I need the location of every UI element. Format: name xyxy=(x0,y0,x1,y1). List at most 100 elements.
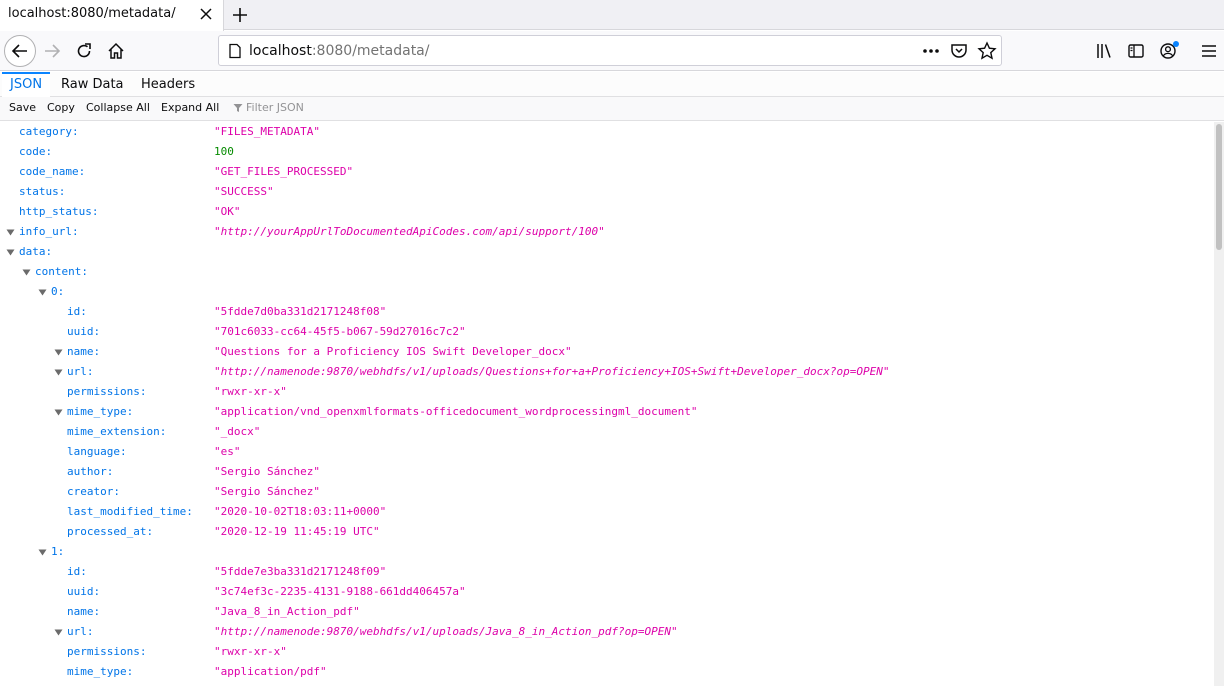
json-row[interactable]: mime_type: "application/pdf" xyxy=(0,662,1214,682)
library-icon[interactable] xyxy=(1095,42,1113,60)
tab-title: localhost:8080/metadata/ xyxy=(8,6,176,21)
json-row[interactable]: 0: xyxy=(0,282,1214,302)
json-value: "application/pdf" xyxy=(214,665,327,678)
forward-button[interactable] xyxy=(38,37,66,65)
filter-json-input[interactable]: Filter JSON xyxy=(233,101,304,114)
browser-tab[interactable]: localhost:8080/metadata/ xyxy=(0,0,224,31)
json-row[interactable]: uuid: "3c74ef3c-2235-4131-9188-661dd40645… xyxy=(0,582,1214,602)
json-row[interactable]: language: "es" xyxy=(0,442,1214,462)
json-row[interactable]: name: "Java_8_in_Action_pdf" xyxy=(0,602,1214,622)
json-key: language: xyxy=(67,445,127,458)
json-value: "5fdde7e3ba331d2171248f09" xyxy=(214,565,387,578)
expand-all-button[interactable]: Expand All xyxy=(161,101,219,114)
expand-arrow-icon[interactable] xyxy=(6,228,15,237)
expand-arrow-icon[interactable] xyxy=(22,268,31,277)
url-bar[interactable]: localhost:8080/metadata/ xyxy=(218,35,1002,66)
json-key: creator: xyxy=(67,485,120,498)
hamburger-menu-icon[interactable] xyxy=(1200,42,1218,60)
viewer-tabs: JSON Raw Data Headers xyxy=(0,72,1224,97)
json-row[interactable]: mime_extension: "_docx" xyxy=(0,422,1214,442)
json-row[interactable]: id: "5fdde7e3ba331d2171248f09" xyxy=(0,562,1214,582)
json-row[interactable]: creator: "Sergio Sánchez" xyxy=(0,482,1214,502)
scrollbar[interactable] xyxy=(1214,122,1224,686)
tab-raw-data[interactable]: Raw Data xyxy=(53,72,132,97)
expand-arrow-icon[interactable] xyxy=(54,348,63,357)
json-value: "Java_8_in_Action_pdf" xyxy=(214,605,360,618)
close-tab-icon[interactable] xyxy=(198,6,214,22)
json-key: mime_extension: xyxy=(67,425,167,438)
json-key: permissions: xyxy=(67,385,147,398)
more-actions-icon[interactable] xyxy=(921,41,941,61)
collapse-all-button[interactable]: Collapse All xyxy=(86,101,150,114)
json-row[interactable]: http_status: "OK" xyxy=(0,202,1214,222)
json-value: "701c6033-cc64-45f5-b067-59d27016c7c2" xyxy=(214,325,466,338)
json-row[interactable]: last_modified_time: "2020-10-02T18:03:11+… xyxy=(0,502,1214,522)
reload-button[interactable] xyxy=(70,37,98,65)
json-value: "3c74ef3c-2235-4131-9188-661dd406457a" xyxy=(214,585,466,598)
json-row[interactable]: permissions: "rwxr-xr-x" xyxy=(0,642,1214,662)
json-value: "2020-12-19 11:45:19 UTC" xyxy=(214,525,380,538)
json-key: uuid: xyxy=(67,325,101,338)
json-row[interactable]: processed_at: "2020-12-19 11:45:19 UTC" xyxy=(0,522,1214,542)
json-row[interactable]: info_url: "http://yourAppUrlToDocumentedA… xyxy=(0,222,1214,242)
json-row[interactable]: uuid: "701c6033-cc64-45f5-b067-59d27016c7… xyxy=(0,322,1214,342)
json-value: "OK" xyxy=(214,205,241,218)
json-row[interactable]: mime_type: "application/vnd_openxmlformat… xyxy=(0,402,1214,422)
json-row[interactable]: code_name: "GET_FILES_PROCESSED" xyxy=(0,162,1214,182)
reload-icon xyxy=(77,43,91,58)
json-value: "2020-10-02T18:03:11+0000" xyxy=(214,505,387,518)
json-row[interactable]: status: "SUCCESS" xyxy=(0,182,1214,202)
json-key: processed_at: xyxy=(67,525,154,538)
json-value: "5fdde7d0ba331d2171248f08" xyxy=(214,305,387,318)
json-row[interactable]: url: "http://namenode:9870/webhdfs/v1/upl… xyxy=(0,362,1214,382)
pocket-icon[interactable] xyxy=(949,41,969,61)
expand-arrow-icon[interactable] xyxy=(38,548,47,557)
json-row[interactable]: url: "http://namenode:9870/webhdfs/v1/upl… xyxy=(0,622,1214,642)
json-value: "rwxr-xr-x" xyxy=(214,645,287,658)
tab-json[interactable]: JSON xyxy=(2,72,51,97)
account-button[interactable] xyxy=(1159,41,1179,62)
json-row[interactable]: 1: xyxy=(0,542,1214,562)
json-key: code_name: xyxy=(19,165,86,178)
json-row[interactable]: id: "5fdde7d0ba331d2171248f08" xyxy=(0,302,1214,322)
filter-icon xyxy=(233,104,243,112)
json-key: info_url: xyxy=(19,225,79,238)
url-text[interactable]: localhost:8080/metadata/ xyxy=(249,43,429,59)
json-row[interactable]: data: xyxy=(0,242,1214,262)
json-row[interactable]: content: xyxy=(0,262,1214,282)
json-row[interactable]: category: "FILES_METADATA" xyxy=(0,122,1214,142)
json-value: "SUCCESS" xyxy=(214,185,274,198)
expand-arrow-icon[interactable] xyxy=(54,408,63,417)
home-button[interactable] xyxy=(102,37,130,65)
expand-arrow-icon[interactable] xyxy=(38,288,47,297)
json-value: "GET_FILES_PROCESSED" xyxy=(214,165,354,178)
sidebar-icon[interactable] xyxy=(1127,42,1145,60)
back-button[interactable] xyxy=(4,35,36,67)
json-key: http_status: xyxy=(19,205,99,218)
scrollbar-thumb[interactable] xyxy=(1216,124,1222,250)
nav-bar: localhost:8080/metadata/ xyxy=(0,31,1224,71)
forward-arrow-icon xyxy=(45,44,61,58)
expand-arrow-icon[interactable] xyxy=(54,368,63,377)
json-row[interactable]: code: 100 xyxy=(0,142,1214,162)
json-row[interactable]: author: "Sergio Sánchez" xyxy=(0,462,1214,482)
json-value: 100 xyxy=(214,145,234,158)
new-tab-icon[interactable] xyxy=(230,5,250,25)
json-key: name: xyxy=(67,345,101,358)
json-row[interactable]: permissions: "rwxr-xr-x" xyxy=(0,382,1214,402)
tab-headers[interactable]: Headers xyxy=(133,72,203,97)
json-row[interactable]: name: "Questions for a Proficiency IOS Sw… xyxy=(0,342,1214,362)
json-key: author: xyxy=(67,465,114,478)
expand-arrow-icon[interactable] xyxy=(6,248,15,257)
json-value: "http://yourAppUrlToDocumentedApiCodes.c… xyxy=(214,225,605,238)
json-value: "http://namenode:9870/webhdfs/v1/uploads… xyxy=(214,625,678,638)
expand-arrow-icon[interactable] xyxy=(54,628,63,637)
json-key: data: xyxy=(19,245,53,258)
copy-button[interactable]: Copy xyxy=(47,101,75,114)
save-button[interactable]: Save xyxy=(9,101,36,114)
json-key: url: xyxy=(67,365,94,378)
json-key: permissions: xyxy=(67,645,147,658)
bookmark-star-icon[interactable] xyxy=(977,41,997,61)
url-path: :8080/metadata/ xyxy=(311,43,430,59)
json-tree: category: "FILES_METADATA" code: 100 code_na… xyxy=(0,122,1214,686)
